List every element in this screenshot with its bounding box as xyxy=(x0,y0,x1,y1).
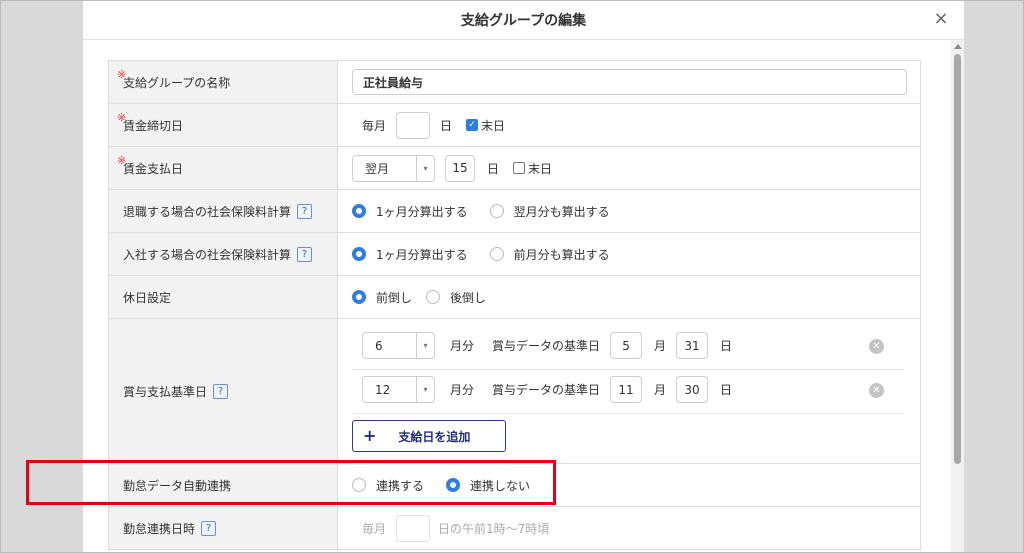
payday-last-day-checkbox[interactable] xyxy=(513,162,526,174)
chevron-down-icon: ▾ xyxy=(416,333,434,358)
join-opt-2-radio[interactable]: 前月分も算出する xyxy=(489,246,610,263)
row-bonus: 賞与支払基準日 ? 6 ▾ 月分 賞与データの基準日 5 月 31 日 ✕ 12… xyxy=(108,319,921,464)
chevron-down-icon: ▾ xyxy=(416,155,434,181)
row-holiday: 休日設定 前倒し 後倒し xyxy=(108,276,921,319)
label-payday: ※ 賃金支払日 xyxy=(108,147,338,189)
retire-opt-2-radio[interactable]: 翌月分も算出する xyxy=(489,203,610,220)
plus-icon: + xyxy=(363,426,377,445)
payday-month-select[interactable]: 翌月 ▾ xyxy=(352,154,435,182)
row-retire-insurance: 退職する場合の社会保険料計算 ? 1ヶ月分算出する 翌月分も算出する xyxy=(108,190,921,233)
help-icon[interactable]: ? xyxy=(297,203,313,219)
attendance-link-off-radio[interactable]: 連携しない xyxy=(446,477,530,494)
bonus-month-select[interactable]: 6 ▾ xyxy=(362,332,435,359)
join-opt-1-radio[interactable]: 1ヶ月分算出する xyxy=(352,246,468,263)
row-payday: ※ 賃金支払日 翌月 ▾ 15 日 末日 xyxy=(108,147,921,190)
help-icon[interactable]: ? xyxy=(201,520,217,536)
bonus-entry: 12 ▾ 月分 賞与データの基準日 11 月 30 日 xyxy=(352,376,902,403)
add-payday-button[interactable]: + 支給日を追加 xyxy=(352,420,506,452)
edit-modal: 支給グループの編集 × ※ 支給グループの名称 正社員給与 ※ 賃金締切日 毎月 xyxy=(83,0,964,553)
scrollbar[interactable] xyxy=(951,40,964,553)
holiday-before-radio[interactable]: 前倒し xyxy=(352,289,412,306)
row-join-insurance: 入社する場合の社会保険料計算 ? 1ヶ月分算出する 前月分も算出する xyxy=(108,233,921,276)
row-cutoff: ※ 賃金締切日 毎月 日 ✓ 末日 xyxy=(108,104,921,147)
bonus-base-day-input[interactable]: 31 xyxy=(676,332,709,359)
settings-form: ※ 支給グループの名称 正社員給与 ※ 賃金締切日 毎月 日 ✓ 末日 ※ 賃金… xyxy=(108,60,921,550)
row-group-name: ※ 支給グループの名称 正社員給与 xyxy=(108,61,921,104)
bonus-base-month-input[interactable]: 5 xyxy=(610,332,643,359)
cutoff-day-input[interactable] xyxy=(396,111,431,139)
modal-title: 支給グループの編集 xyxy=(460,12,587,29)
scroll-thumb[interactable] xyxy=(954,54,961,464)
row-attendance-time: 勤怠連携日時 ? 毎月 日の午前1時〜7時頃 xyxy=(108,507,921,550)
row-attendance-link: 勤怠データ自動連携 連携する 連携しない xyxy=(108,464,921,507)
bonus-base-month-input[interactable]: 11 xyxy=(610,376,643,403)
holiday-after-radio[interactable]: 後倒し xyxy=(426,289,486,306)
help-icon[interactable]: ? xyxy=(213,383,229,399)
attendance-day-input[interactable] xyxy=(396,514,431,542)
bonus-entry: 6 ▾ 月分 賞与データの基準日 5 月 31 日 xyxy=(352,332,902,359)
help-icon[interactable]: ? xyxy=(297,246,313,262)
chevron-down-icon: ▾ xyxy=(416,377,434,402)
remove-icon[interactable]: ✕ xyxy=(869,339,884,354)
required-mark: ※ xyxy=(117,68,127,81)
bonus-base-day-input[interactable]: 30 xyxy=(676,376,709,403)
retire-opt-1-radio[interactable]: 1ヶ月分算出する xyxy=(352,203,468,220)
payday-day-input[interactable]: 15 xyxy=(445,154,475,182)
cutoff-last-day-checkbox[interactable]: ✓ xyxy=(466,119,479,131)
modal-header: 支給グループの編集 × xyxy=(83,0,964,40)
required-mark: ※ xyxy=(117,154,127,167)
label-cutoff: ※ 賃金締切日 xyxy=(108,104,338,146)
attendance-link-on-radio[interactable]: 連携する xyxy=(352,477,424,494)
group-name-input[interactable]: 正社員給与 xyxy=(352,69,907,95)
label-group-name: ※ 支給グループの名称 xyxy=(108,61,338,103)
close-icon[interactable]: × xyxy=(931,9,951,29)
bonus-month-select[interactable]: 12 ▾ xyxy=(362,376,435,403)
required-mark: ※ xyxy=(117,111,127,124)
remove-icon[interactable]: ✕ xyxy=(869,383,884,398)
scroll-up-icon[interactable] xyxy=(954,44,962,49)
